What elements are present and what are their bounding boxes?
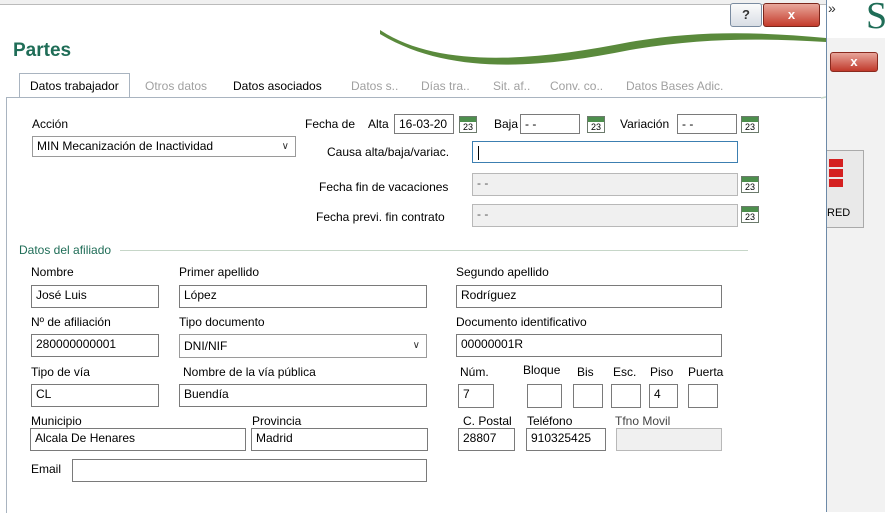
- documento-input[interactable]: 00000001R: [456, 334, 722, 357]
- tab-sit-af[interactable]: Sit. af..: [493, 74, 530, 98]
- num-input[interactable]: 7: [458, 384, 494, 408]
- movil-label: Tfno Movil: [615, 414, 671, 428]
- primer-apellido-label: Primer apellido: [179, 265, 260, 279]
- variacion-date-input[interactable]: - -: [677, 114, 737, 134]
- alta-label: Alta: [368, 117, 389, 131]
- num-label: Núm.: [460, 365, 489, 379]
- segundo-apellido-label: Segundo apellido: [456, 265, 549, 279]
- baja-date-input[interactable]: - -: [520, 114, 580, 134]
- nombre-via-input[interactable]: Buendía: [179, 384, 427, 407]
- cpostal-label: C. Postal: [463, 414, 512, 428]
- fin-vacaciones-label: Fecha fin de vacaciones: [319, 180, 449, 194]
- tipo-via-input[interactable]: CL: [31, 384, 159, 407]
- puerta-label: Puerta: [688, 365, 724, 379]
- background-close-button[interactable]: x: [830, 52, 878, 72]
- calendar-icon[interactable]: 23: [587, 116, 605, 133]
- provincia-input[interactable]: Madrid: [251, 428, 428, 451]
- section-divider: [120, 250, 748, 251]
- variacion-label: Variación: [620, 117, 670, 131]
- tipo-documento-label: Tipo documento: [179, 315, 265, 329]
- top-strip: [0, 0, 826, 5]
- primer-apellido-input[interactable]: López: [179, 285, 427, 308]
- chevron-down-icon: ∨: [412, 340, 420, 351]
- nombre-via-label: Nombre de la vía pública: [183, 365, 316, 379]
- calendar-icon[interactable]: 23: [459, 116, 477, 133]
- municipio-input[interactable]: Alcala De Henares: [30, 428, 246, 451]
- telefono-input[interactable]: 910325425: [526, 428, 606, 451]
- esc-input[interactable]: [611, 384, 641, 408]
- calendar-icon[interactable]: 23: [741, 176, 759, 193]
- tipo-documento-value: DNI/NIF: [184, 339, 228, 353]
- puerta-input[interactable]: [688, 384, 718, 408]
- movil-input[interactable]: [616, 428, 722, 451]
- baja-label: Baja: [494, 117, 519, 131]
- segundo-apellido-input[interactable]: Rodríguez: [456, 285, 722, 308]
- causa-input[interactable]: [472, 141, 738, 163]
- section-title-afiliado: Datos del afiliado: [19, 243, 112, 257]
- fecha-de-label: Fecha de: [305, 117, 356, 131]
- telefono-label: Teléfono: [527, 414, 573, 428]
- accion-select[interactable]: MIN Mecanización de Inactividad ∨: [32, 136, 296, 157]
- tab-datos-trabajador[interactable]: Datos trabajador: [19, 73, 130, 99]
- nombre-label: Nombre: [31, 265, 74, 279]
- red-stack-icon: [829, 159, 843, 167]
- bloque-label: Bloque: [523, 363, 561, 377]
- tipo-via-label: Tipo de vía: [31, 365, 90, 379]
- afiliacion-input[interactable]: 280000000001: [31, 334, 159, 357]
- calendar-icon-text: 23: [744, 212, 755, 222]
- background-tool-label: RED: [827, 207, 851, 219]
- tab-conv-co[interactable]: Conv. co..: [550, 74, 603, 98]
- page-title: Partes: [13, 40, 72, 61]
- accion-label: Acción: [32, 117, 69, 131]
- background-window: [826, 0, 885, 512]
- cpostal-input[interactable]: 28807: [458, 428, 515, 451]
- piso-input[interactable]: 4: [649, 384, 678, 408]
- calendar-icon[interactable]: 23: [741, 206, 759, 223]
- email-input[interactable]: [72, 459, 427, 482]
- fin-vacaciones-input[interactable]: - -: [472, 173, 738, 196]
- piso-label: Piso: [650, 365, 674, 379]
- bis-input[interactable]: [573, 384, 603, 408]
- tab-otros-datos[interactable]: Otros datos: [145, 74, 207, 98]
- bis-label: Bis: [577, 365, 594, 379]
- text-cursor: [478, 146, 479, 160]
- tab-datos-asociados[interactable]: Datos asociados: [233, 74, 322, 98]
- municipio-label: Municipio: [31, 414, 82, 428]
- esc-label: Esc.: [613, 365, 637, 379]
- accion-select-value: MIN Mecanización de Inactividad: [37, 139, 214, 153]
- email-label: Email: [31, 462, 62, 476]
- calendar-icon-text: 23: [590, 122, 601, 132]
- calendar-icon-text: 23: [462, 122, 473, 132]
- bloque-input[interactable]: [527, 384, 562, 408]
- background-logo-letter: S: [866, 0, 885, 37]
- tab-datos-s[interactable]: Datos s..: [351, 74, 398, 98]
- fin-contrato-input[interactable]: - -: [472, 204, 738, 227]
- calendar-icon[interactable]: 23: [741, 116, 759, 133]
- provincia-label: Provincia: [252, 414, 302, 428]
- alta-date-input[interactable]: 16-03-20: [394, 114, 454, 134]
- afiliacion-label: Nº de afiliación: [31, 315, 111, 329]
- nombre-input[interactable]: José Luis: [31, 285, 159, 308]
- documento-label: Documento identificativo: [456, 315, 587, 329]
- chevron-down-icon: ∨: [281, 141, 289, 152]
- calendar-icon-text: 23: [744, 182, 755, 192]
- chevron-right-icon[interactable]: »: [828, 0, 836, 16]
- calendar-icon-text: 23: [744, 122, 755, 132]
- tipo-documento-select[interactable]: DNI/NIF ∨: [179, 334, 427, 358]
- background-red-tool-button[interactable]: RED: [826, 150, 864, 228]
- tab-datos-bases-adic[interactable]: Datos Bases Adic.: [626, 74, 723, 98]
- partes-dialog: ? x Partes Datos trabajador Otros datos …: [0, 0, 827, 513]
- fin-contrato-label: Fecha previ. fin contrato: [316, 210, 445, 224]
- causa-label: Causa alta/baja/variac.: [327, 145, 450, 159]
- tab-dias-tra[interactable]: Días tra..: [421, 74, 470, 98]
